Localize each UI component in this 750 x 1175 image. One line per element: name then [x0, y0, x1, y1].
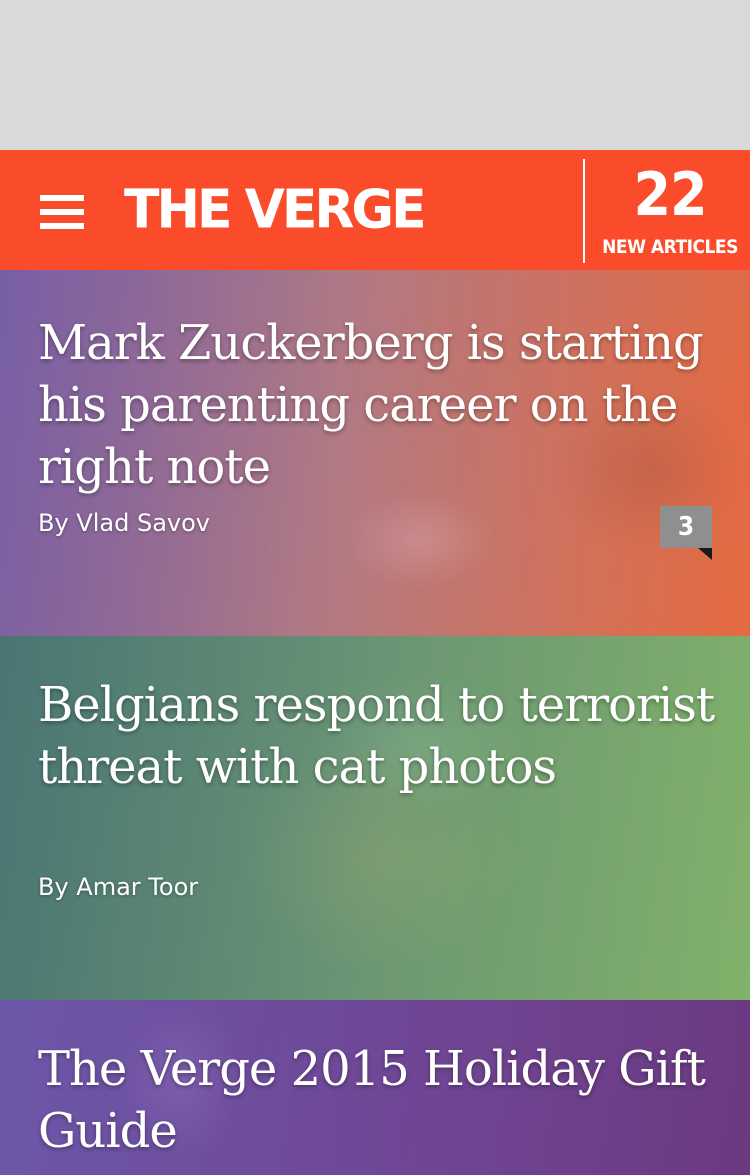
new-articles-count: 22: [633, 160, 707, 230]
header-divider: [583, 159, 585, 263]
comment-bubble-tail: [698, 548, 712, 560]
menu-line: [40, 195, 84, 201]
status-bar-area: [0, 0, 750, 150]
story-title[interactable]: Belgians respond to terrorist threat wit…: [38, 674, 718, 798]
story-card[interactable]: The Verge 2015 Holiday Gift Guide: [0, 1000, 750, 1175]
menu-line: [40, 223, 84, 229]
story-title[interactable]: Mark Zuckerberg is starting his parentin…: [38, 312, 718, 498]
site-logo[interactable]: THE VERGE: [124, 179, 427, 240]
comment-count-badge[interactable]: 3: [660, 506, 712, 548]
new-articles-label: NEW ARTICLES: [602, 236, 738, 258]
app-header: THE VERGE 22 NEW ARTICLES: [0, 150, 750, 270]
story-title[interactable]: The Verge 2015 Holiday Gift Guide: [38, 1038, 718, 1162]
story-card[interactable]: Mark Zuckerberg is starting his parentin…: [0, 270, 750, 636]
new-articles-button[interactable]: 22 NEW ARTICLES: [590, 150, 750, 270]
story-byline: By Amar Toor: [38, 873, 199, 901]
menu-line: [40, 209, 84, 215]
hamburger-menu-icon[interactable]: [40, 195, 84, 229]
story-card[interactable]: Belgians respond to terrorist threat wit…: [0, 636, 750, 1000]
story-byline: By Vlad Savov: [38, 509, 210, 537]
